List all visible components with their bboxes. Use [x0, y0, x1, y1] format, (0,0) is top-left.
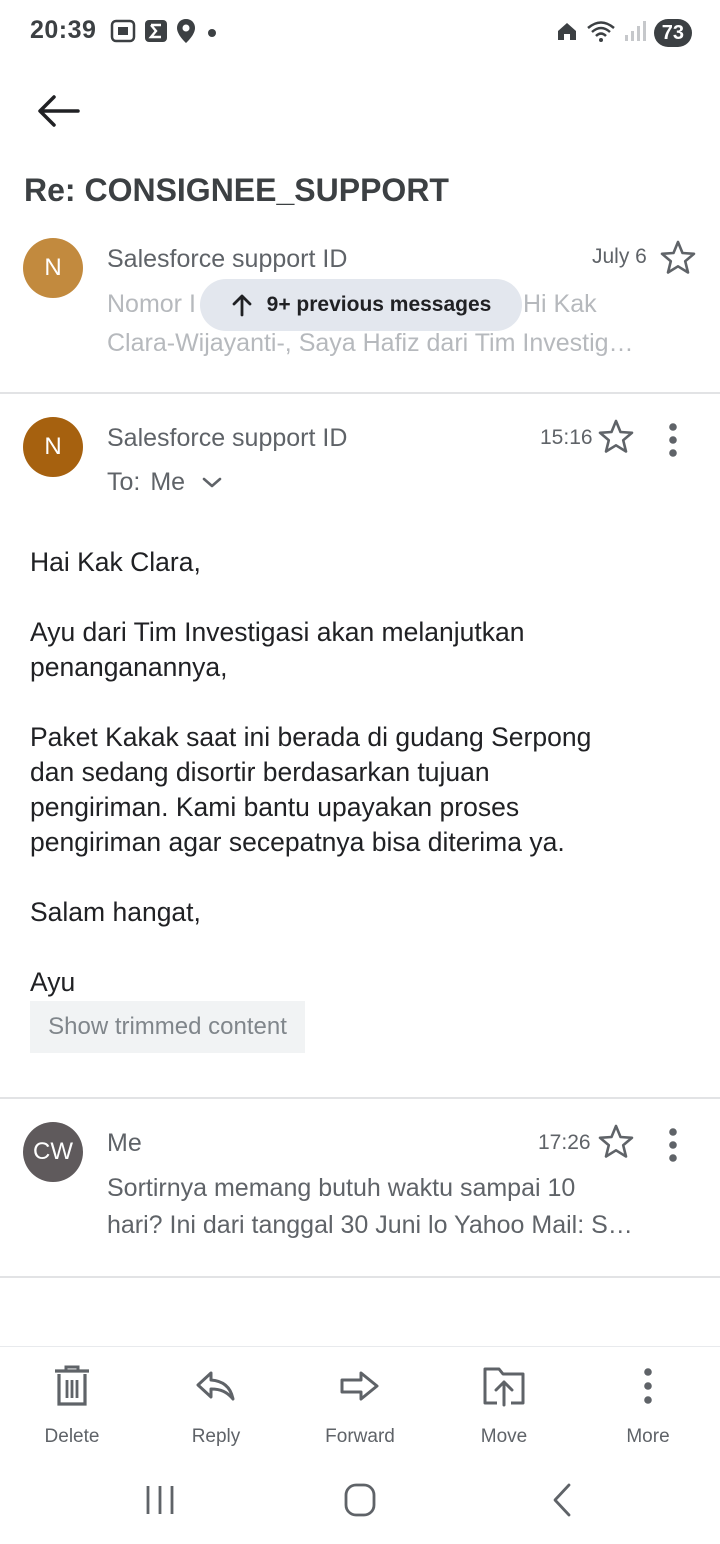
more-vert-icon — [669, 423, 677, 457]
arrow-up-icon — [232, 294, 252, 317]
location-icon — [176, 18, 196, 49]
to-label: To: — [107, 468, 141, 496]
status-icons-left — [110, 18, 220, 48]
reply-icon — [195, 1364, 237, 1408]
star-icon — [598, 419, 634, 453]
dot-icon — [204, 19, 220, 48]
back-button[interactable] — [30, 85, 86, 137]
sender-name: Salesforce support ID — [107, 424, 348, 452]
preview-text: Clara-Wijayanti-, Saya Hafiz dari Tim In… — [107, 329, 634, 357]
body-greeting: Hai Kak Clara, — [30, 547, 201, 577]
arrow-left-icon — [38, 95, 80, 127]
body-line: penanganannya, — [30, 652, 228, 682]
back-nav-button[interactable] — [545, 1482, 581, 1523]
to-value: Me — [150, 468, 186, 496]
status-time: 20:39 — [30, 16, 97, 44]
star-button[interactable] — [596, 417, 636, 462]
action-toolbar: Delete Reply Forward Move More — [0, 1348, 720, 1458]
forward-label: Forward — [325, 1426, 395, 1447]
forward-button[interactable]: Forward — [305, 1364, 415, 1448]
wifi-icon — [586, 19, 616, 48]
recent-apps-button[interactable] — [140, 1482, 180, 1523]
more-button[interactable]: More — [593, 1364, 703, 1448]
divider — [0, 1276, 720, 1278]
star-icon — [660, 240, 696, 274]
star-button[interactable] — [596, 1122, 636, 1167]
message-time: 17:26 — [538, 1131, 591, 1154]
divider — [0, 392, 720, 394]
home-icon — [556, 20, 578, 47]
preview-text-left: Nomor I — [107, 290, 196, 318]
message-time: 15:16 — [540, 426, 593, 449]
delete-button[interactable]: Delete — [17, 1364, 127, 1448]
body-line: Ayu dari Tim Investigasi akan melanjutka… — [30, 617, 525, 647]
recipients-toggle[interactable]: To: Me — [107, 468, 223, 497]
body-line: pengiriman agar secepatnya bisa diterima… — [30, 827, 565, 857]
avatar: N — [23, 417, 83, 477]
home-nav-icon — [344, 1483, 376, 1517]
back-nav-icon — [553, 1483, 571, 1517]
avatar: N — [23, 238, 83, 298]
message-overflow-button[interactable] — [660, 420, 686, 465]
message-snippet: Sortirnya memang butuh waktu sampai 10 — [107, 1174, 576, 1202]
more-label: More — [626, 1426, 670, 1447]
more-vert-icon — [638, 1364, 658, 1408]
reply-button[interactable]: Reply — [161, 1364, 271, 1448]
system-nav-bar — [0, 1460, 720, 1544]
screenshot-icon — [110, 19, 136, 48]
sigma-icon — [144, 19, 168, 48]
sender-name: Me — [107, 1129, 142, 1157]
signal-icon — [624, 19, 646, 48]
home-button[interactable] — [340, 1482, 380, 1523]
show-trimmed-content-button[interactable]: Show trimmed content — [30, 1001, 305, 1053]
battery-icon: 73 — [653, 19, 692, 47]
reply-label: Reply — [191, 1426, 241, 1447]
star-button[interactable] — [658, 238, 698, 283]
recent-apps-icon — [146, 1486, 174, 1514]
avatar: CW — [23, 1122, 83, 1182]
toolbar-divider — [0, 1346, 720, 1347]
more-vert-icon — [669, 1128, 677, 1162]
move-to-folder-icon — [482, 1364, 526, 1408]
message-snippet: hari? Ini dari tanggal 30 Juni lo Yahoo … — [107, 1211, 633, 1239]
previous-messages-button[interactable]: 9+ previous messages — [200, 279, 522, 331]
star-icon — [598, 1124, 634, 1158]
sender-name: Salesforce support ID — [107, 245, 348, 273]
forward-arrow-icon — [339, 1364, 381, 1408]
body-line: pengiriman. Kami bantu upayakan proses — [30, 792, 520, 822]
body-line: Paket Kakak saat ini berada di gudang Se… — [30, 722, 592, 752]
delete-label: Delete — [44, 1426, 100, 1447]
previous-messages-label: 9+ previous messages — [266, 293, 492, 316]
move-label: Move — [480, 1426, 528, 1447]
body-signature: Ayu — [30, 967, 76, 997]
preview-text-right: Hi Kak — [523, 290, 597, 318]
chevron-down-icon — [202, 477, 222, 487]
message-overflow-button[interactable] — [660, 1125, 686, 1170]
move-button[interactable]: Move — [449, 1364, 559, 1448]
email-subject: Re: CONSIGNEE_SUPPORT — [24, 172, 449, 208]
message-date: July 6 — [592, 245, 647, 268]
trash-icon — [52, 1364, 92, 1408]
status-icons-right: 73 — [556, 17, 692, 49]
body-line: dan sedang disortir berdasarkan tujuan — [30, 757, 490, 787]
body-closing: Salam hangat, — [30, 897, 201, 927]
divider — [0, 1097, 720, 1099]
